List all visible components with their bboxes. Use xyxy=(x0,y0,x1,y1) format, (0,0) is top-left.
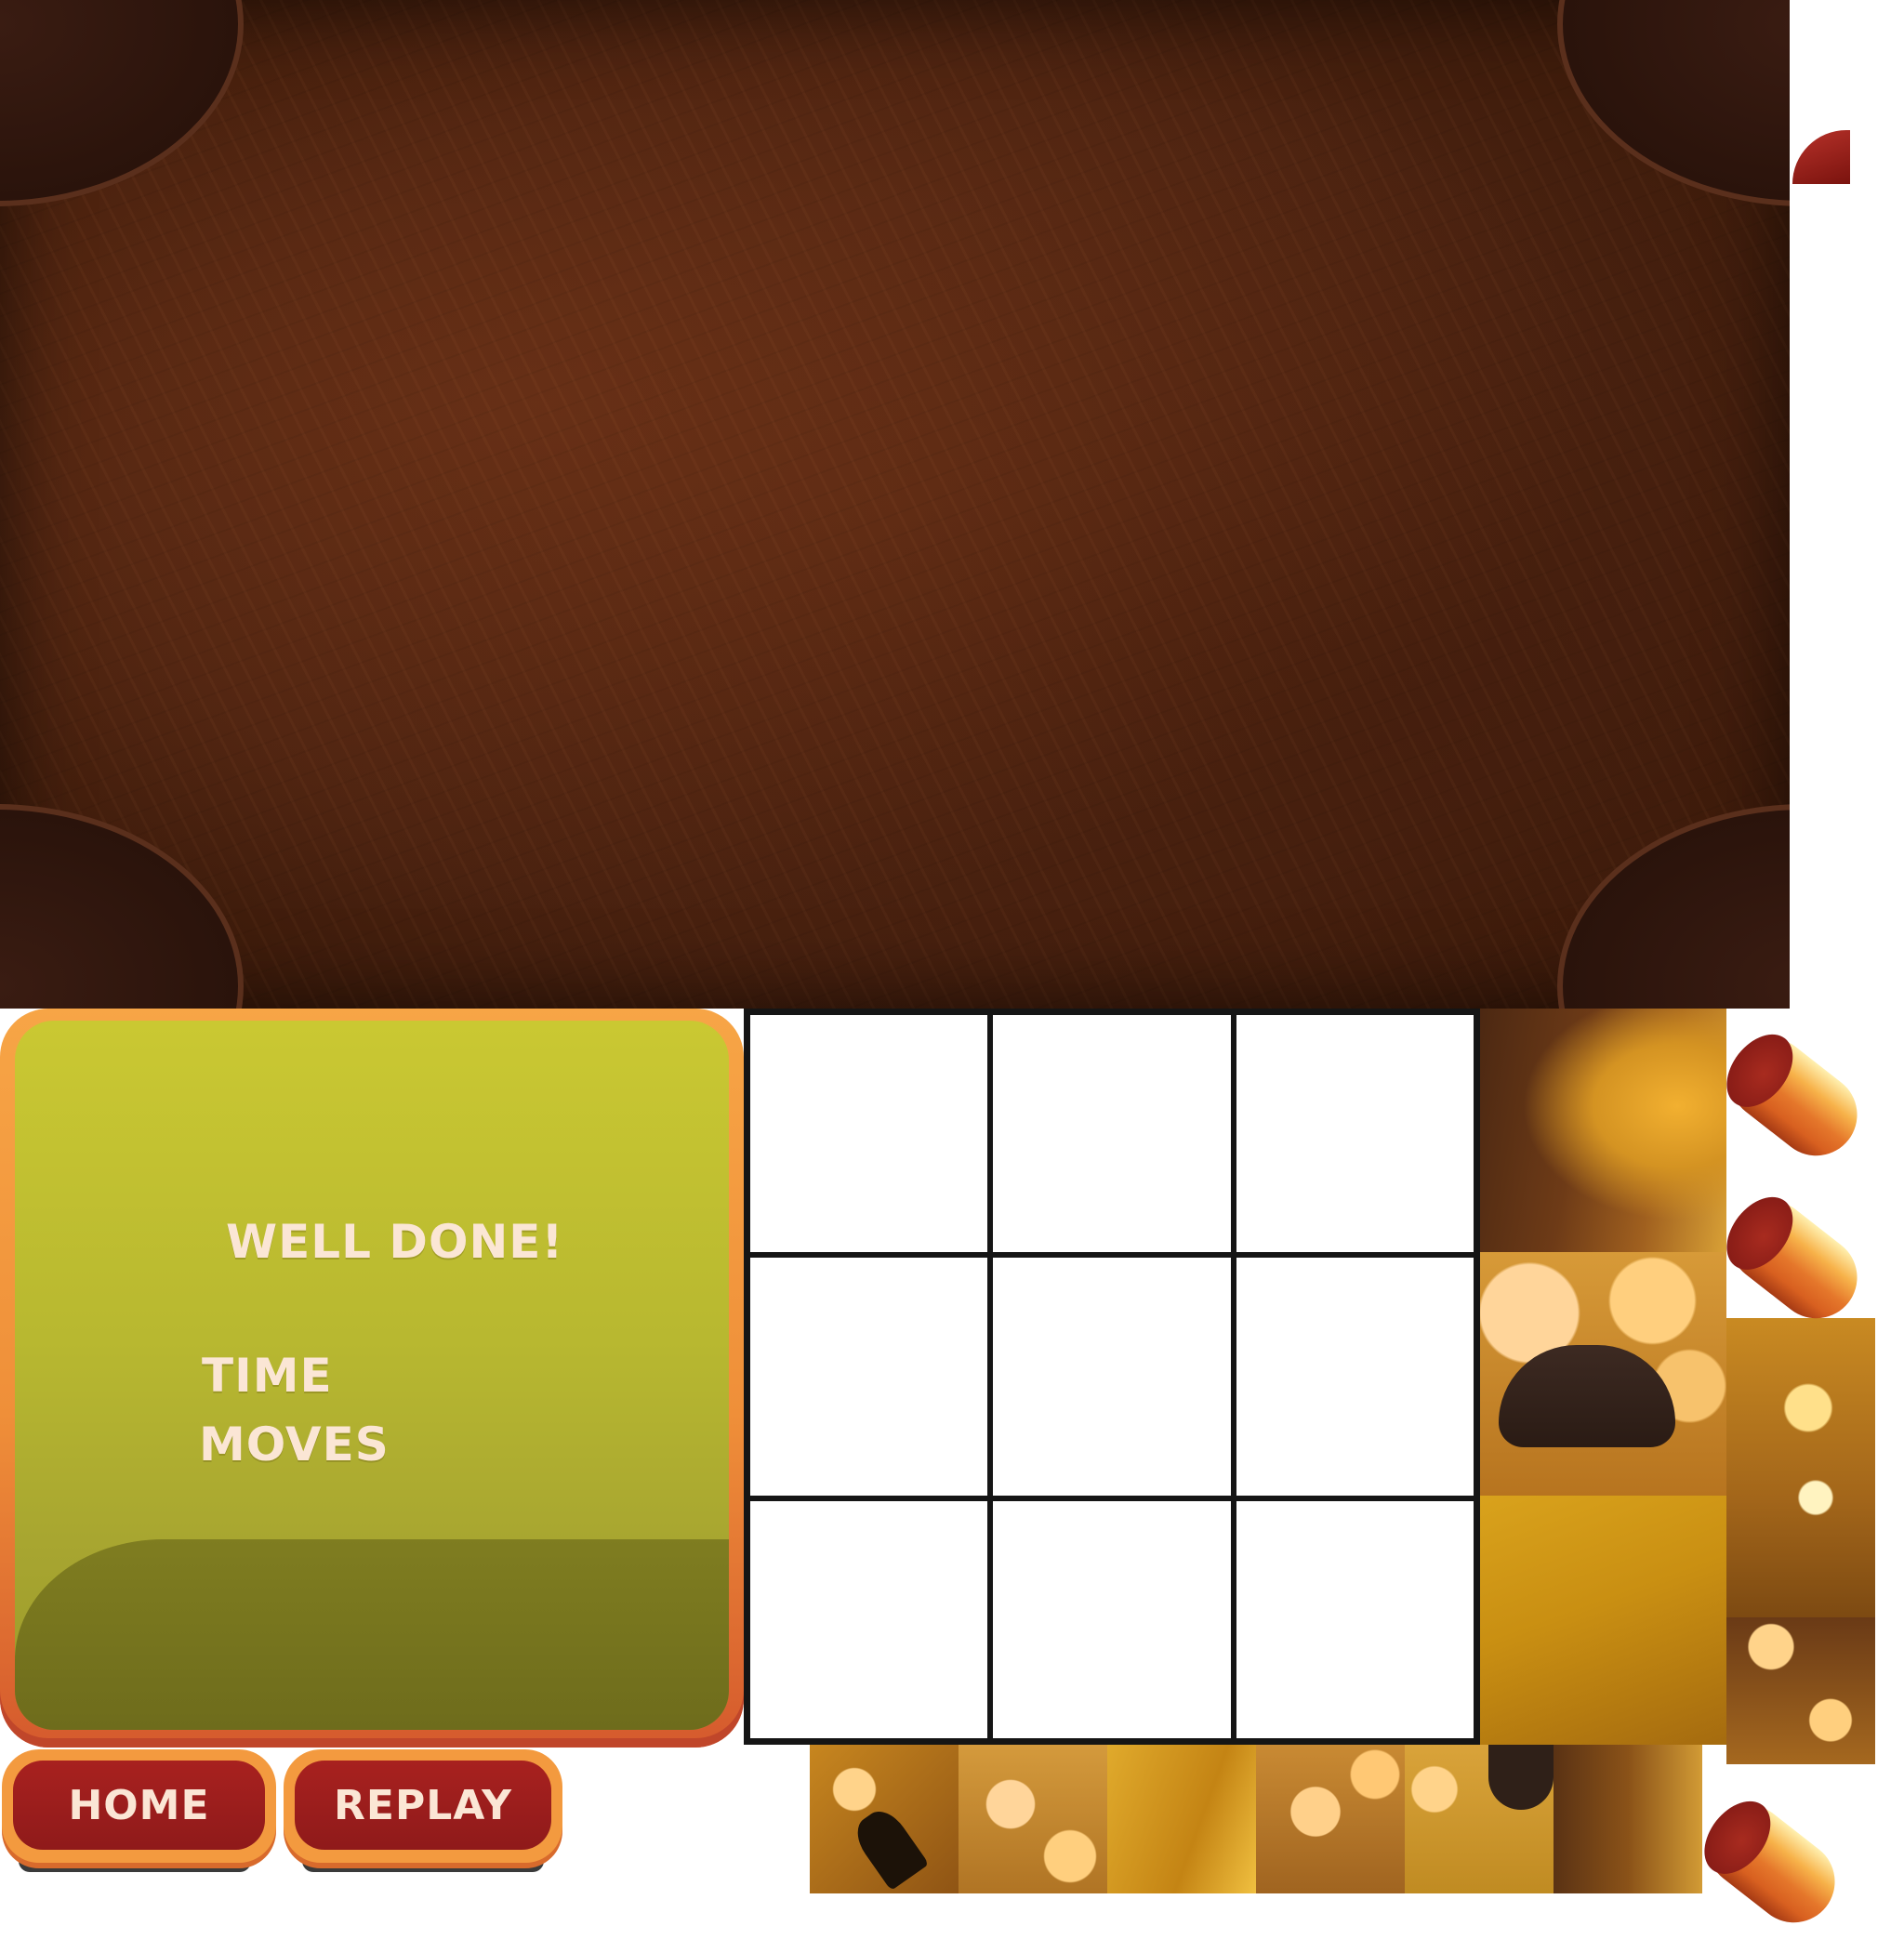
puzzle-piece[interactable] xyxy=(1107,1745,1256,1893)
orange-cylinder-sprite xyxy=(1712,1022,1874,1173)
red-wedge-sprite xyxy=(1792,130,1850,184)
puzzle-slot[interactable] xyxy=(990,1012,1234,1256)
puzzle-piece[interactable] xyxy=(1726,1617,1875,1764)
board-corner-top-left xyxy=(0,0,244,206)
replay-button[interactable]: REPLAY xyxy=(284,1749,562,1863)
puzzle-piece[interactable] xyxy=(959,1745,1107,1893)
puzzle-slot[interactable] xyxy=(1233,1012,1476,1256)
board-corner-bottom-right xyxy=(1557,804,1790,1009)
puzzle-piece[interactable] xyxy=(1480,1496,1726,1745)
replay-button-face[interactable]: REPLAY xyxy=(295,1761,551,1850)
puzzle-piece[interactable] xyxy=(810,1745,959,1893)
home-button-label: HOME xyxy=(68,1781,210,1829)
puzzle-slot[interactable] xyxy=(747,1255,991,1498)
puzzle-slot[interactable] xyxy=(747,1012,991,1256)
ear-image xyxy=(848,1802,930,1892)
cylinder-cap xyxy=(1712,1022,1806,1120)
home-button-face[interactable]: HOME xyxy=(13,1761,265,1850)
puzzle-piece[interactable] xyxy=(1480,1009,1726,1252)
puzzle-slot[interactable] xyxy=(1233,1255,1476,1498)
board-corner-bottom-left xyxy=(0,804,244,1009)
puzzle-piece[interactable] xyxy=(1726,1318,1875,1617)
home-button[interactable]: HOME xyxy=(2,1749,276,1863)
board-corner-top-right xyxy=(1557,0,1790,206)
detective-hat-image xyxy=(1488,1745,1554,1810)
puzzle-slot[interactable] xyxy=(1233,1497,1476,1741)
puzzle-piece[interactable] xyxy=(1405,1745,1554,1893)
time-label: TIME xyxy=(202,1349,333,1403)
win-title: WELL DONE! xyxy=(226,1215,564,1269)
puzzle-piece[interactable] xyxy=(1554,1745,1702,1893)
orange-cylinder-sprite xyxy=(1690,1788,1852,1939)
detective-hat-image xyxy=(1499,1345,1675,1447)
puzzle-slot[interactable] xyxy=(990,1255,1234,1498)
game-background-board xyxy=(0,0,1790,1009)
puzzle-piece[interactable] xyxy=(1480,1252,1726,1496)
puzzle-grid xyxy=(744,1009,1480,1745)
win-panel xyxy=(15,1021,729,1730)
puzzle-piece[interactable] xyxy=(1256,1745,1405,1893)
cylinder-cap xyxy=(1712,1184,1806,1283)
moves-label: MOVES xyxy=(199,1418,390,1471)
puzzle-slot[interactable] xyxy=(747,1497,991,1741)
cylinder-cap xyxy=(1690,1788,1784,1887)
replay-button-label: REPLAY xyxy=(334,1781,512,1829)
puzzle-slot[interactable] xyxy=(990,1497,1234,1741)
orange-cylinder-sprite xyxy=(1712,1184,1874,1336)
